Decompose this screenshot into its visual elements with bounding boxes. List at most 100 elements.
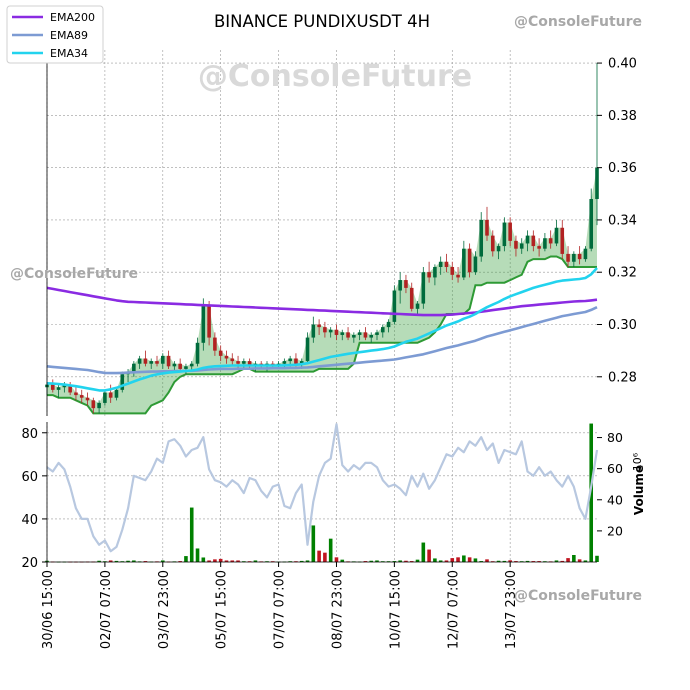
candle-body — [288, 358, 292, 362]
candle-body — [525, 235, 530, 244]
candle-body — [519, 243, 524, 249]
chart-title: BINANCE PUNDIXUSDT 4H — [214, 12, 430, 31]
x-tick-label: 08/07 23:00 — [330, 570, 345, 649]
watermark-left: @ConsoleFuture — [10, 266, 138, 282]
volume-bar — [427, 549, 431, 562]
watermark-top-right: @ConsoleFuture — [514, 14, 642, 30]
volume-bar — [317, 550, 321, 562]
candle-body — [178, 363, 182, 369]
osc-tick-label: 60 — [21, 470, 38, 485]
trend-ribbon — [47, 167, 597, 415]
price-tick-label: 0.34 — [608, 213, 637, 228]
candle-body — [479, 219, 484, 257]
candle-body — [450, 266, 455, 275]
candle-body — [282, 361, 287, 364]
candle-body — [560, 227, 565, 254]
candle-body — [50, 384, 55, 390]
candle-body — [108, 392, 113, 398]
legend: EMA200 EMA89 EMA34 — [6, 5, 104, 64]
candle-body — [323, 327, 327, 333]
candle-body — [473, 256, 478, 273]
osc-tick-label: 80 — [21, 427, 38, 442]
candle-body — [189, 363, 194, 367]
candle-body — [438, 261, 443, 267]
candle-body — [85, 397, 90, 401]
volume-bar — [189, 507, 194, 562]
volume-axis-unit: 10⁶ — [631, 452, 644, 471]
volume-bar — [311, 525, 316, 562]
candle-body — [207, 306, 211, 338]
volume-bar — [421, 542, 426, 562]
candle-body — [242, 361, 246, 364]
x-tick-label: 07/07 07:00 — [273, 570, 288, 649]
candle-body — [427, 272, 431, 278]
candle-body — [467, 248, 472, 273]
candle-body — [398, 280, 402, 291]
candle-body — [514, 240, 518, 249]
candle — [479, 212, 484, 262]
candle-body — [114, 389, 119, 398]
candle — [462, 240, 466, 281]
osc-tick-label: 20 — [21, 556, 38, 571]
volume-axis-label: Volume — [632, 465, 646, 515]
volume-tick-label: 20 — [607, 523, 623, 538]
volume-bar — [433, 558, 437, 562]
price-tick-label: 0.36 — [608, 161, 637, 176]
legend-label-ema34: EMA34 — [50, 47, 88, 60]
watermark-bottom-right: @ConsoleFuture — [514, 588, 642, 604]
volume-tick-label: 80 — [607, 430, 623, 445]
candle-body — [595, 167, 599, 200]
volume-bar — [473, 558, 478, 562]
legend-label-ema89: EMA89 — [50, 29, 88, 42]
candle-body — [369, 334, 374, 338]
candle-body — [572, 253, 576, 262]
price-tick-label: 0.28 — [608, 370, 637, 385]
candle-body — [160, 355, 165, 364]
candle-body — [346, 332, 350, 338]
volume-axis-title: Volume — [632, 465, 646, 515]
legend-label-ema200: EMA200 — [50, 11, 95, 24]
volume-bar — [462, 555, 466, 562]
volume-bar — [566, 558, 570, 562]
x-tick-label: 12/07 07:00 — [446, 570, 461, 649]
candle-body — [392, 290, 397, 322]
candle-body — [317, 324, 321, 328]
x-tick-label: 30/06 15:00 — [41, 570, 56, 649]
candle-body — [74, 392, 78, 396]
candle-body — [543, 238, 547, 249]
candle-body — [433, 266, 437, 278]
price-tick-label: 0.30 — [608, 318, 637, 333]
candle-body — [166, 355, 171, 367]
volume-unit-title: 10⁶ — [631, 452, 644, 471]
candle-body — [363, 332, 368, 338]
candle-body — [224, 355, 229, 359]
candle — [392, 285, 397, 325]
volume-bar — [572, 555, 576, 562]
candle-body — [566, 253, 570, 262]
x-tick-label: 05/07 15:00 — [215, 570, 230, 649]
candle-body — [334, 329, 339, 335]
ribbon-fill — [47, 167, 597, 414]
volume-bar — [595, 555, 599, 562]
volume-bar — [195, 548, 200, 562]
candle-body — [508, 222, 512, 241]
candle-body — [409, 287, 414, 309]
candle-body — [149, 361, 154, 364]
candle — [560, 219, 565, 260]
price-tick-label: 0.40 — [608, 57, 637, 72]
candle-body — [56, 387, 61, 390]
candle-body — [132, 363, 136, 372]
candle-body — [184, 366, 188, 369]
candle-body — [554, 227, 559, 244]
ema200-line — [46, 286, 598, 317]
candle — [421, 266, 426, 309]
oscillator-line — [46, 423, 599, 553]
chart-canvas: 30/06 15:00 02/07 07:00 03/07 23:00 05/07 1… — [6, 5, 646, 649]
volume-tick-label: 60 — [607, 461, 623, 476]
volume-bar — [334, 557, 339, 562]
candle-body — [380, 327, 385, 333]
candle-body — [548, 238, 553, 244]
candle-body — [79, 395, 84, 398]
candle-body — [444, 261, 449, 267]
candle-body — [589, 199, 594, 249]
